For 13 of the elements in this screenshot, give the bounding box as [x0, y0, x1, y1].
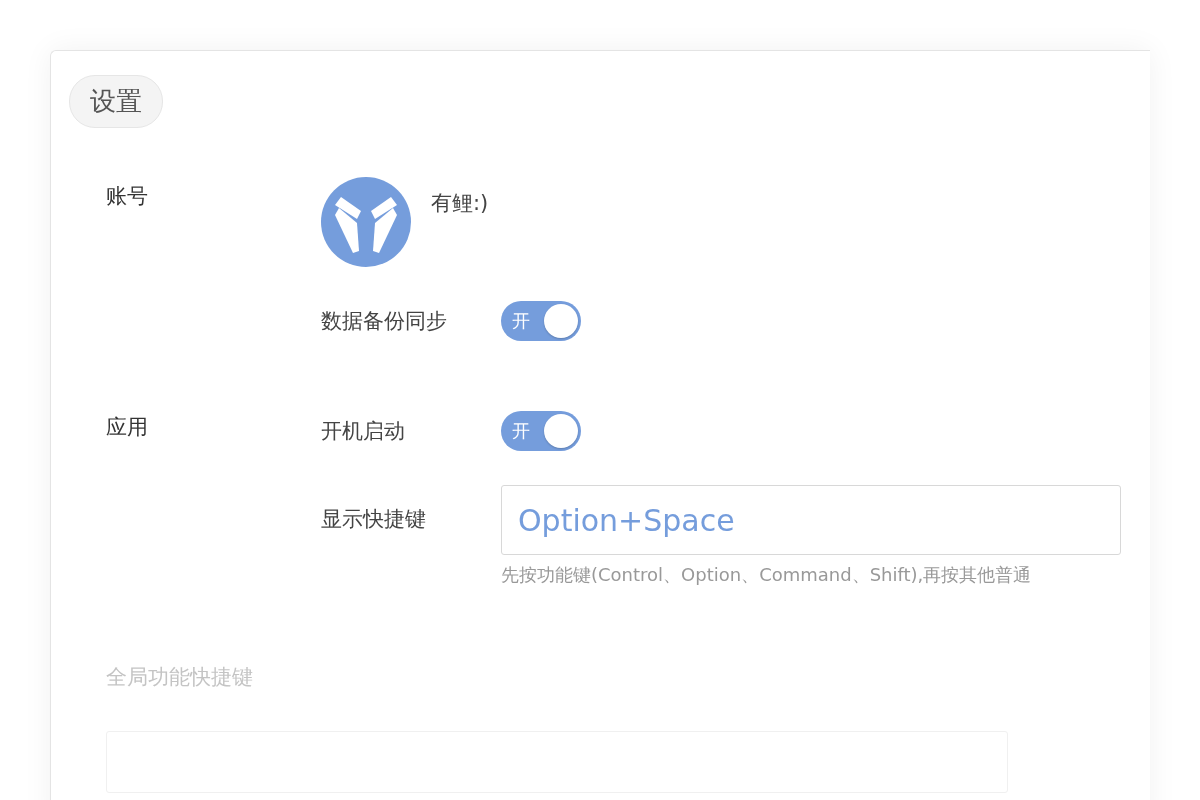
setting-label: 显示快捷键: [321, 506, 427, 533]
setting-label: 开机启动: [321, 418, 406, 445]
hint-text: 先按功能键(Control、Option、Command、Shift),再按其他普通: [501, 563, 1033, 587]
shortcut-input-field[interactable]: Option+Space: [501, 485, 1121, 555]
section-label: 全局功能快捷键: [106, 664, 254, 691]
account-name: 有鲤:): [431, 190, 489, 217]
toggle-switch[interactable]: 开: [501, 411, 581, 451]
logo-icon: [321, 177, 411, 267]
window-title: 设置: [69, 75, 163, 128]
section-label: 应用: [105, 414, 149, 441]
section-label: 账号: [105, 183, 149, 210]
toggle-switch[interactable]: 开: [501, 301, 581, 341]
setting-label: 数据备份同步: [321, 308, 448, 335]
